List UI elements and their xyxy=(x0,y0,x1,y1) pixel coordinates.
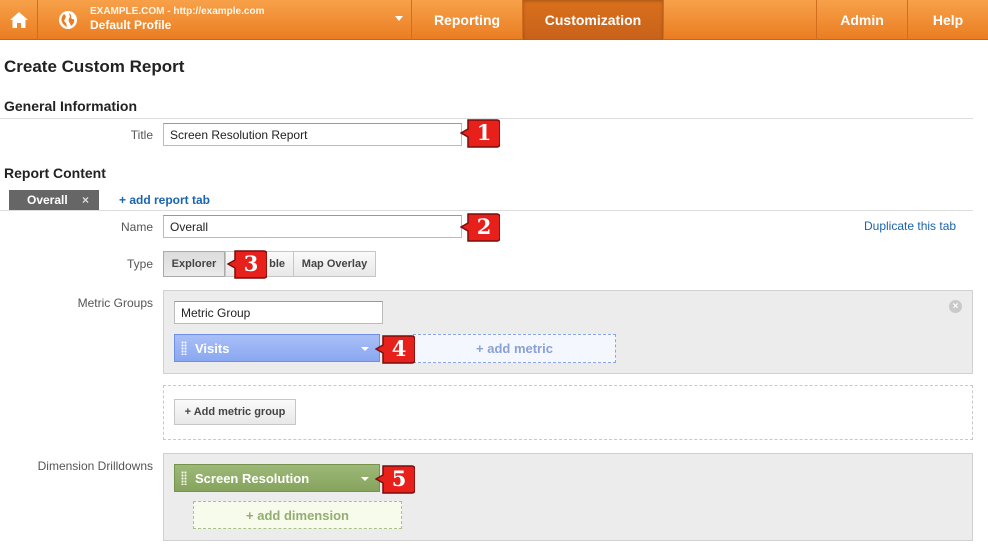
globe-icon xyxy=(59,11,77,29)
add-dimension-button[interactable]: + add dimension xyxy=(193,501,402,529)
profile-selector[interactable]: EXAMPLE.COM - http://example.com Default… xyxy=(38,0,412,40)
nav-customization[interactable]: Customization xyxy=(523,0,664,40)
account-name: EXAMPLE.COM - http://example.com xyxy=(90,6,265,17)
dimension-drilldowns-label: Dimension Drilldowns xyxy=(37,459,153,473)
top-nav-bar: EXAMPLE.COM - http://example.com Default… xyxy=(0,0,988,40)
remove-group-icon[interactable]: × xyxy=(949,300,962,313)
metric-chip-label: Visits xyxy=(195,340,230,356)
chevron-down-icon[interactable] xyxy=(361,347,369,351)
duplicate-tab-link[interactable]: Duplicate this tab xyxy=(864,219,956,233)
metric-groups-label: Metric Groups xyxy=(77,296,153,310)
type-label: Type xyxy=(126,257,153,271)
type-map-overlay-button[interactable]: Map Overlay xyxy=(293,251,376,277)
title-label: Title xyxy=(130,128,153,142)
close-icon[interactable]: × xyxy=(82,193,89,207)
dimension-chip-screen-resolution[interactable]: Screen Resolution xyxy=(174,464,380,492)
home-icon xyxy=(9,12,28,28)
callout-badge-3: 3 xyxy=(227,249,267,279)
tab-overall[interactable]: Overall × xyxy=(9,190,99,210)
metric-group-name-input[interactable] xyxy=(174,301,383,324)
drag-handle-icon[interactable] xyxy=(181,471,187,485)
name-label: Name xyxy=(120,220,153,234)
metric-chip-visits[interactable]: Visits xyxy=(174,334,380,362)
home-button[interactable] xyxy=(0,0,38,40)
tab-label: Overall xyxy=(27,193,68,207)
profile-name: Default Profile xyxy=(90,18,172,32)
callout-badge-4: 4 xyxy=(375,334,415,364)
chevron-down-icon xyxy=(395,16,403,21)
callout-badge-2: 2 xyxy=(460,212,500,242)
report-content-heading: Report Content xyxy=(4,165,106,181)
callout-badge-1: 1 xyxy=(460,118,500,148)
chevron-down-icon[interactable] xyxy=(361,477,369,481)
page-title: Create Custom Report xyxy=(4,57,185,76)
nav-help[interactable]: Help xyxy=(908,0,988,40)
add-report-tab-link[interactable]: + add report tab xyxy=(119,193,210,207)
type-explorer-button[interactable]: Explorer xyxy=(163,251,225,277)
tab-divider xyxy=(0,210,973,211)
report-title-input[interactable] xyxy=(163,123,462,146)
add-metric-group-button[interactable]: + Add metric group xyxy=(174,399,296,425)
nav-reporting[interactable]: Reporting xyxy=(412,0,523,40)
drag-handle-icon[interactable] xyxy=(181,341,187,355)
dimension-chip-label: Screen Resolution xyxy=(195,470,310,486)
general-info-heading: General Information xyxy=(4,98,138,114)
callout-badge-5: 5 xyxy=(375,464,415,494)
add-metric-button[interactable]: + add metric xyxy=(413,334,616,363)
nav-admin[interactable]: Admin xyxy=(816,0,908,40)
tab-name-input[interactable] xyxy=(163,215,462,238)
